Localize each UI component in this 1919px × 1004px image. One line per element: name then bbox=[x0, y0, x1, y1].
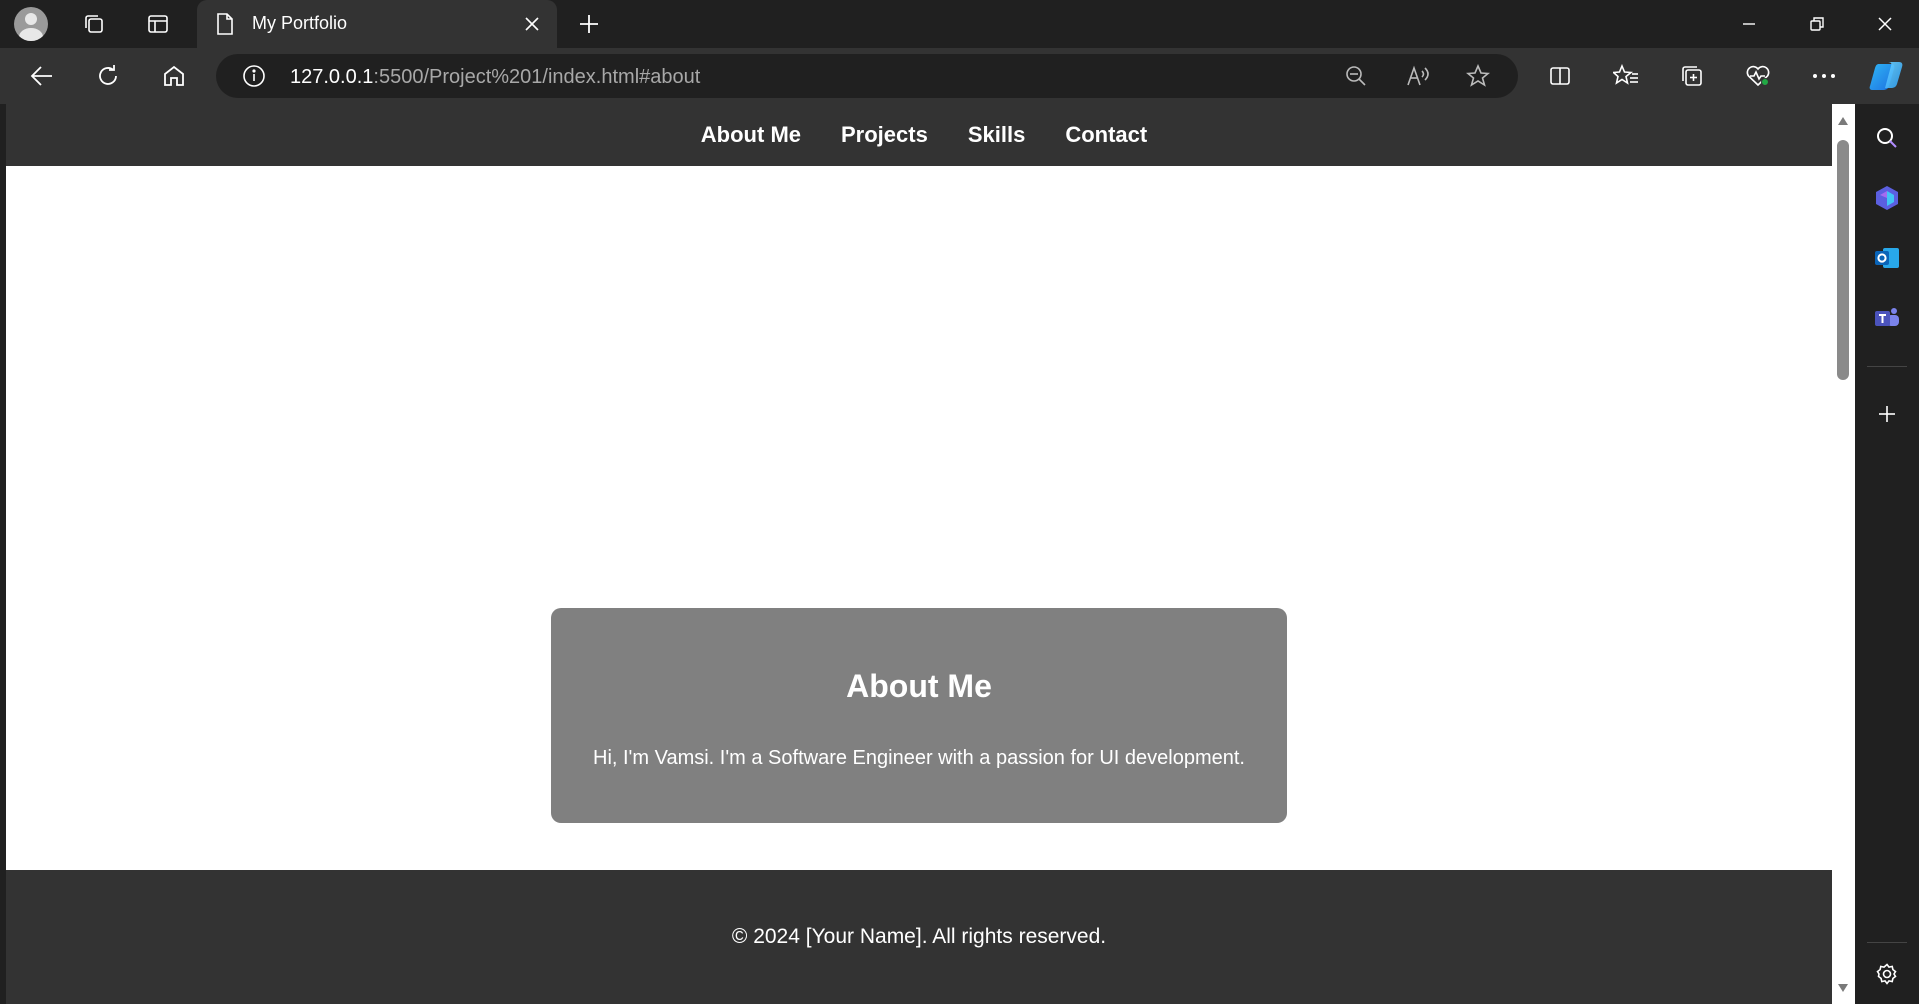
url-text[interactable]: 127.0.0.1:5500/Project%201/index.html#ab… bbox=[290, 66, 700, 89]
scroll-down-arrow-icon[interactable] bbox=[1836, 981, 1850, 995]
browser-essentials-icon[interactable] bbox=[1738, 56, 1778, 96]
refresh-icon[interactable] bbox=[88, 56, 128, 96]
url-host: 127.0.0.1 bbox=[290, 66, 374, 88]
nav-link-contact[interactable]: Contact bbox=[1065, 122, 1147, 148]
url-path: :5500/Project%201/index.html#about bbox=[373, 66, 701, 88]
settings-icon[interactable] bbox=[1867, 954, 1907, 994]
copilot-app-icon[interactable] bbox=[1867, 178, 1907, 218]
minimize-icon[interactable] bbox=[1715, 0, 1783, 48]
profile-avatar-icon[interactable] bbox=[14, 7, 48, 41]
scrollbar-thumb[interactable] bbox=[1837, 140, 1849, 380]
teams-icon[interactable] bbox=[1867, 298, 1907, 338]
page-icon bbox=[215, 12, 235, 41]
scroll-up-arrow-icon[interactable] bbox=[1836, 114, 1850, 128]
browser-sidebar bbox=[1855, 104, 1919, 1004]
search-icon[interactable] bbox=[1867, 118, 1907, 158]
tab-my-portfolio[interactable]: My Portfolio bbox=[197, 0, 557, 48]
collections-icon[interactable] bbox=[1672, 56, 1712, 96]
more-icon[interactable] bbox=[1804, 56, 1844, 96]
back-icon[interactable] bbox=[22, 56, 62, 96]
page-scrollbar[interactable] bbox=[1832, 104, 1855, 1004]
outlook-icon[interactable] bbox=[1867, 238, 1907, 278]
about-section: About Me Hi, I'm Vamsi. I'm a Software E… bbox=[551, 608, 1287, 823]
split-screen-icon[interactable] bbox=[1540, 56, 1580, 96]
nav-link-skills[interactable]: Skills bbox=[968, 122, 1025, 148]
favorites-icon[interactable] bbox=[1606, 56, 1646, 96]
favorite-star-icon[interactable] bbox=[1460, 58, 1496, 94]
tab-actions-icon[interactable] bbox=[138, 4, 178, 44]
workspaces-icon[interactable] bbox=[74, 4, 114, 44]
tab-title: My Portfolio bbox=[252, 13, 348, 33]
home-icon[interactable] bbox=[154, 56, 194, 96]
new-tab-icon[interactable] bbox=[569, 4, 609, 44]
about-text: Hi, I'm Vamsi. I'm a Software Engineer w… bbox=[593, 747, 1245, 769]
about-heading: About Me bbox=[846, 668, 992, 704]
page-viewport: About Me Projects Skills Contact About M… bbox=[6, 104, 1832, 1004]
site-navbar: About Me Projects Skills Contact bbox=[6, 104, 1832, 166]
footer-text: © 2024 [Your Name]. All rights reserved. bbox=[731, 925, 1107, 948]
read-aloud-icon[interactable] bbox=[1400, 58, 1436, 94]
add-icon[interactable] bbox=[1867, 394, 1907, 434]
nav-link-about[interactable]: About Me bbox=[701, 122, 801, 148]
zoom-out-icon[interactable] bbox=[1338, 58, 1374, 94]
site-footer: © 2024 [Your Name]. All rights reserved. bbox=[6, 870, 1832, 1004]
copilot-icon[interactable] bbox=[1867, 56, 1907, 96]
info-icon[interactable] bbox=[236, 58, 272, 94]
close-window-icon[interactable] bbox=[1851, 0, 1919, 48]
address-bar[interactable]: 127.0.0.1:5500/Project%201/index.html#ab… bbox=[216, 54, 1518, 98]
browser-toolbar: 127.0.0.1:5500/Project%201/index.html#ab… bbox=[0, 48, 1919, 104]
browser-titlebar: My Portfolio bbox=[0, 0, 1919, 48]
restore-icon[interactable] bbox=[1783, 0, 1851, 48]
nav-link-projects[interactable]: Projects bbox=[841, 122, 928, 148]
close-icon[interactable] bbox=[517, 9, 547, 39]
